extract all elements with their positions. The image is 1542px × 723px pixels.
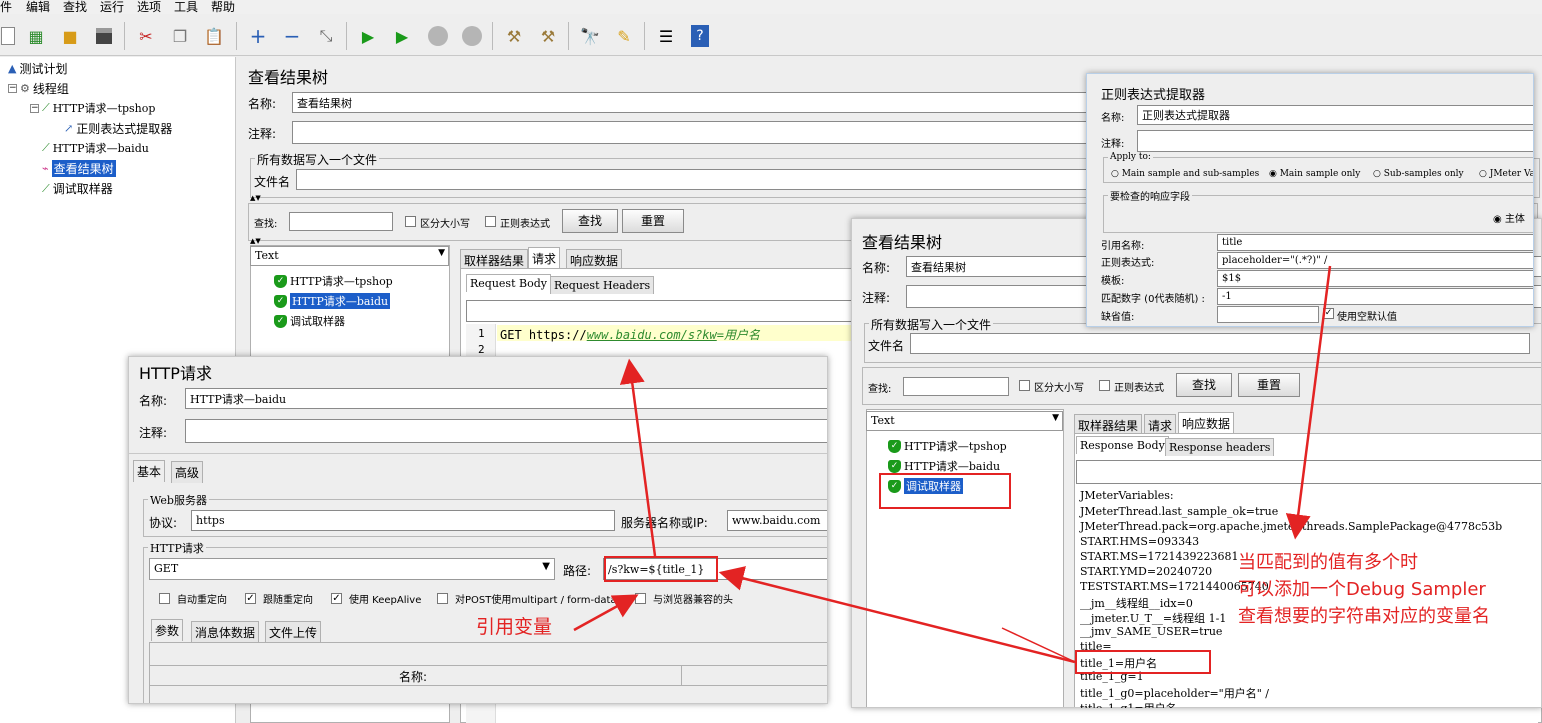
arrow-to-request-url [619, 358, 657, 557]
arrow-to-checkbox [573, 594, 639, 632]
arrow-to-path-field [718, 566, 1076, 664]
arrow-from-regex [1285, 265, 1332, 540]
ref-variable-annotation: 引用变量 [476, 616, 553, 638]
note-line-2: 可以添加一个Debug Sampler [1238, 579, 1486, 600]
arrow-to-match-line [1001, 627, 1076, 663]
note-line-1: 当匹配到的值有多个时 [1238, 552, 1418, 573]
note-line-3: 查看想要的字符串对应的变量名 [1238, 606, 1490, 627]
